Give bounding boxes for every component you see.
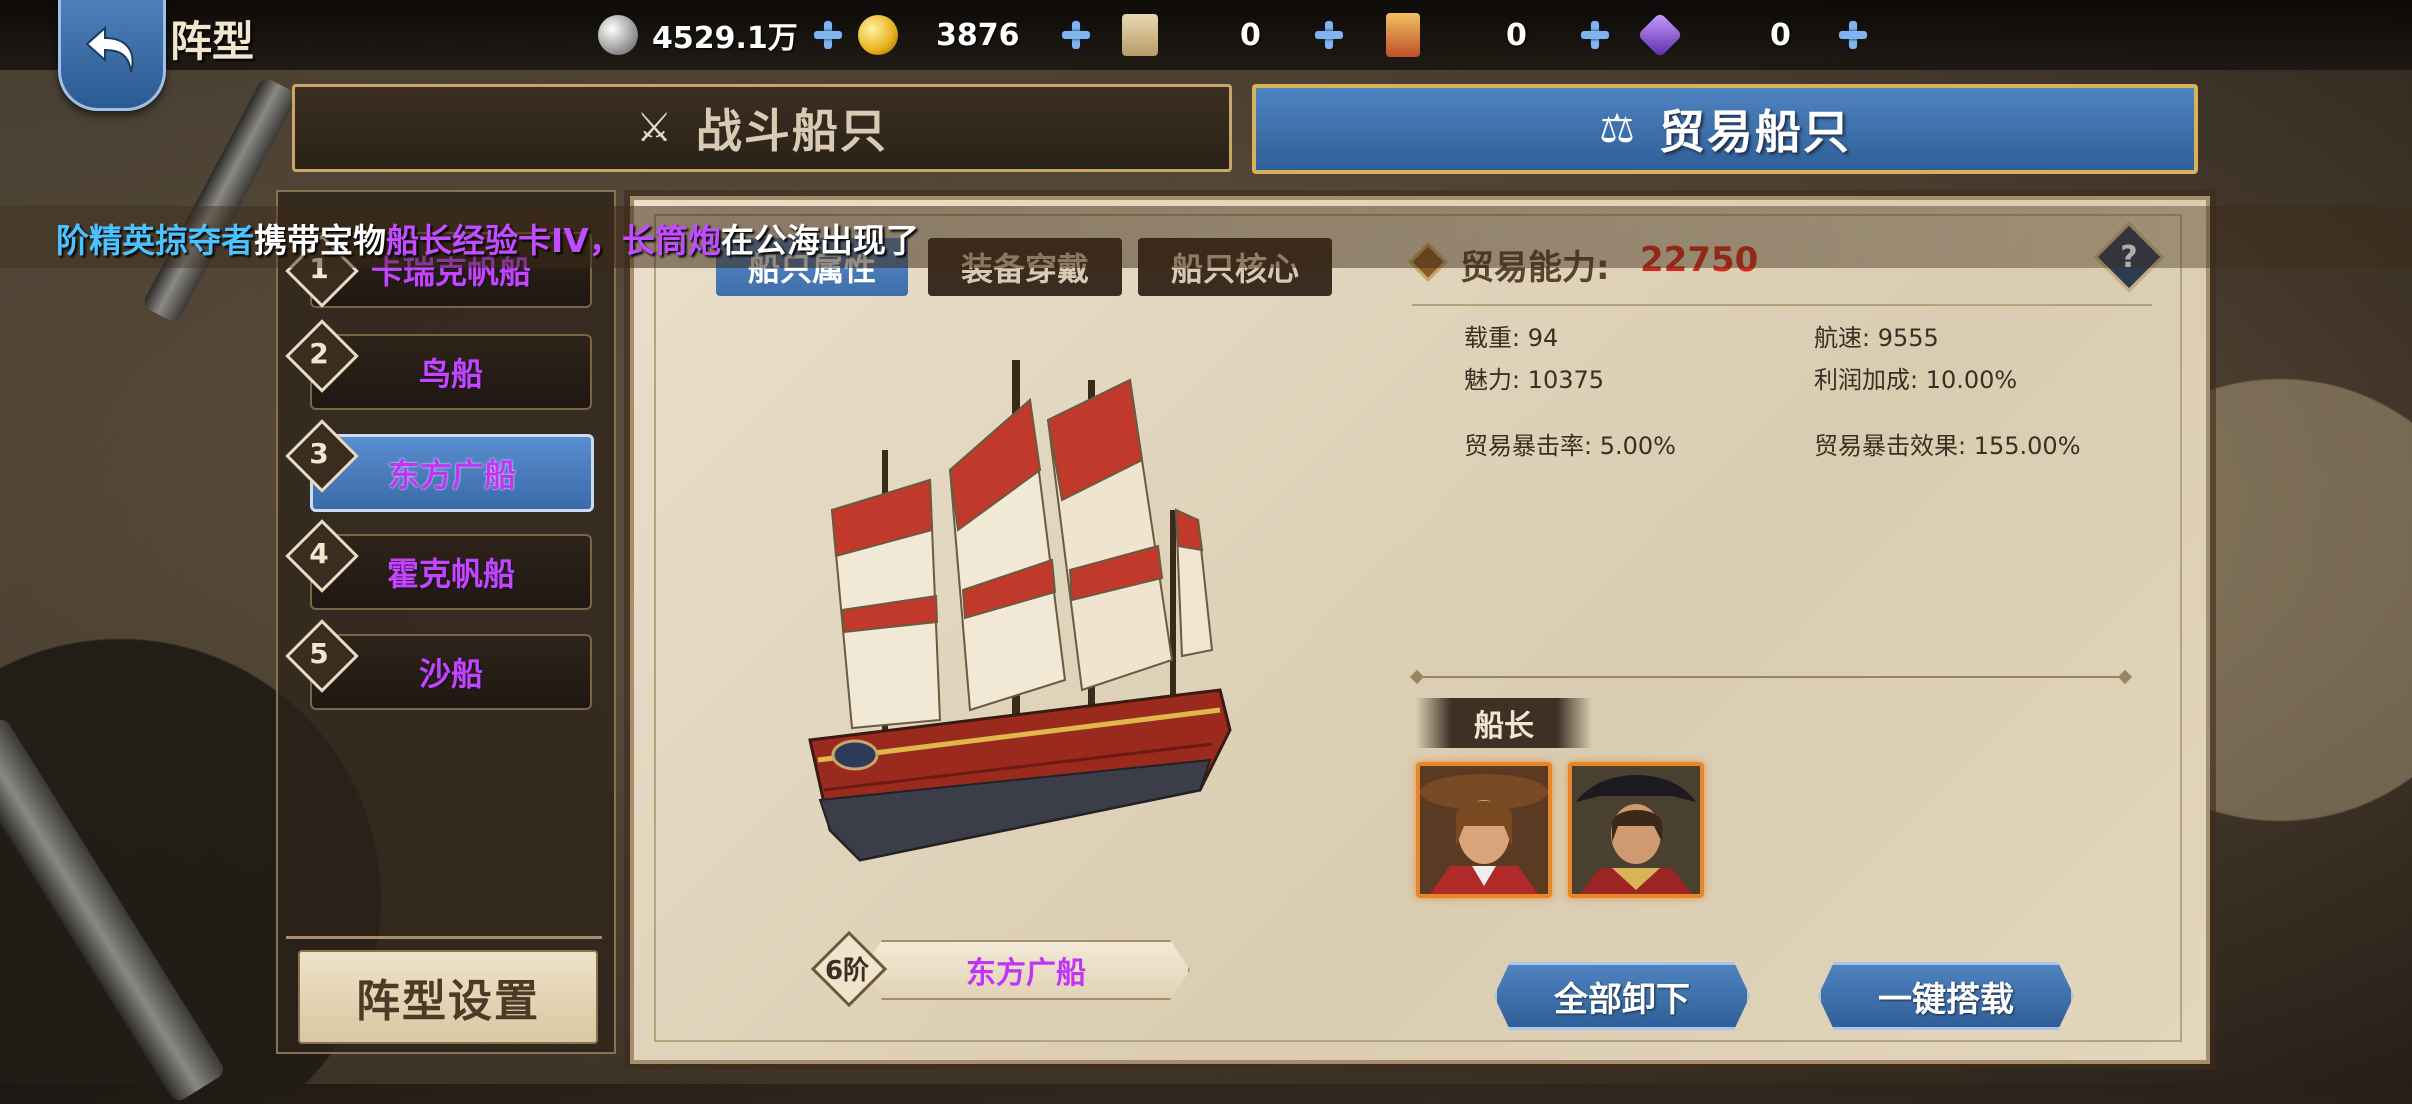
gold-coin-icon (858, 15, 898, 55)
resource-value: 0 (1506, 17, 1527, 53)
tab-label: 战斗船只 (695, 104, 888, 158)
card-icon (1386, 13, 1420, 57)
scroll-icon (1122, 14, 1158, 56)
broadcast-part: 船长经验卡IV，长筒炮 (386, 221, 721, 260)
ship-illustration (808, 360, 1232, 862)
gem-icon (1637, 12, 1683, 58)
button-label: 全部卸下 (1554, 979, 1690, 1020)
ship-list-item[interactable]: 霍克帆船 (310, 534, 592, 610)
add-card-button[interactable] (1579, 19, 1611, 51)
silver-coin-icon (598, 15, 638, 55)
captain-label: 船长 (1474, 709, 1534, 744)
ship-list-item-selected[interactable]: 东方广船 (310, 434, 594, 512)
ship-name-plate: 东方广船 (862, 940, 1190, 1000)
ship-list-panel (276, 190, 616, 1054)
resource-gold: 3876 (858, 8, 1092, 62)
add-silver-button[interactable] (812, 19, 844, 51)
broadcast-part: 阶精英掠夺者 (56, 221, 254, 260)
stat-charm: 魅力: 10375 (1464, 366, 1605, 394)
captain-portrait[interactable] (1568, 762, 1704, 898)
back-arrow-icon (85, 25, 134, 73)
slot-number: 3 (309, 436, 329, 470)
formation-settings-button[interactable]: 阵型设置 (298, 950, 598, 1044)
stat-speed: 航速: 9555 (1814, 324, 1939, 352)
broadcast-part: 携带宝物 (254, 221, 386, 260)
divider (1416, 676, 2126, 678)
captain-avatar (1420, 766, 1548, 894)
crossed-swords-icon: ⚔ (636, 105, 672, 151)
resource-value: 0 (1770, 17, 1791, 53)
button-label: 一键搭载 (1878, 979, 2014, 1020)
resource-gem: 0 (1637, 8, 1869, 62)
slot-number: 5 (309, 636, 329, 670)
stat-crit-effect: 贸易暴击效果: 155.00% (1814, 432, 2081, 460)
slot-number: 4 (309, 536, 329, 570)
captain-section-label: 船长 (1416, 698, 1592, 748)
button-label: 阵型设置 (356, 976, 540, 1027)
stat-capacity: 载重: 94 (1464, 324, 1559, 352)
captain-portrait[interactable] (1416, 762, 1552, 898)
ship-name: 鸟船 (418, 355, 483, 393)
resource-value: 0 (1240, 17, 1261, 53)
ship-name: 霍克帆船 (386, 555, 515, 593)
resource-scroll: 0 (1122, 8, 1345, 62)
resource-card: 0 (1386, 8, 1611, 62)
page-title: 阵型 (170, 17, 255, 66)
divider (286, 936, 602, 939)
back-button[interactable] (58, 0, 166, 111)
one-click-board-button[interactable]: 一键搭载 (1818, 962, 2074, 1030)
captain-avatar (1572, 766, 1700, 894)
ship-list-item[interactable]: 沙船 (310, 634, 592, 710)
resource-value: 3876 (936, 17, 1020, 53)
ship-name: 东方广船 (966, 956, 1086, 991)
scales-icon: ⚖ (1599, 106, 1635, 152)
resource-silver: 4529.1万 (598, 8, 844, 62)
ship-tier: 6阶 (824, 955, 870, 986)
unload-all-button[interactable]: 全部卸下 (1494, 962, 1750, 1030)
add-gold-button[interactable] (1060, 19, 1092, 51)
tab-combat-ships[interactable]: ⚔ 战斗船只 (292, 84, 1232, 172)
broadcast-message: 阶精英掠夺者携带宝物船长经验卡IV，长筒炮在公海出现了 (56, 214, 919, 262)
tab-trade-ships[interactable]: ⚖ 贸易船只 (1252, 84, 2198, 174)
ship-list-item[interactable]: 鸟船 (310, 334, 592, 410)
stat-crit-rate: 贸易暴击率: 5.00% (1464, 432, 1676, 460)
add-scroll-button[interactable] (1313, 19, 1345, 51)
stat-profit-bonus: 利润加成: 10.00% (1814, 366, 2018, 394)
ship-name: 东方广船 (387, 456, 516, 494)
add-gem-button[interactable] (1837, 19, 1869, 51)
resource-value: 4529.1万 (652, 21, 798, 56)
divider (1412, 304, 2152, 306)
tab-label: 贸易船只 (1658, 105, 1851, 159)
ship-name: 沙船 (418, 655, 483, 693)
slot-number: 2 (309, 336, 329, 370)
broadcast-part: 在公海出现了 (720, 221, 919, 260)
